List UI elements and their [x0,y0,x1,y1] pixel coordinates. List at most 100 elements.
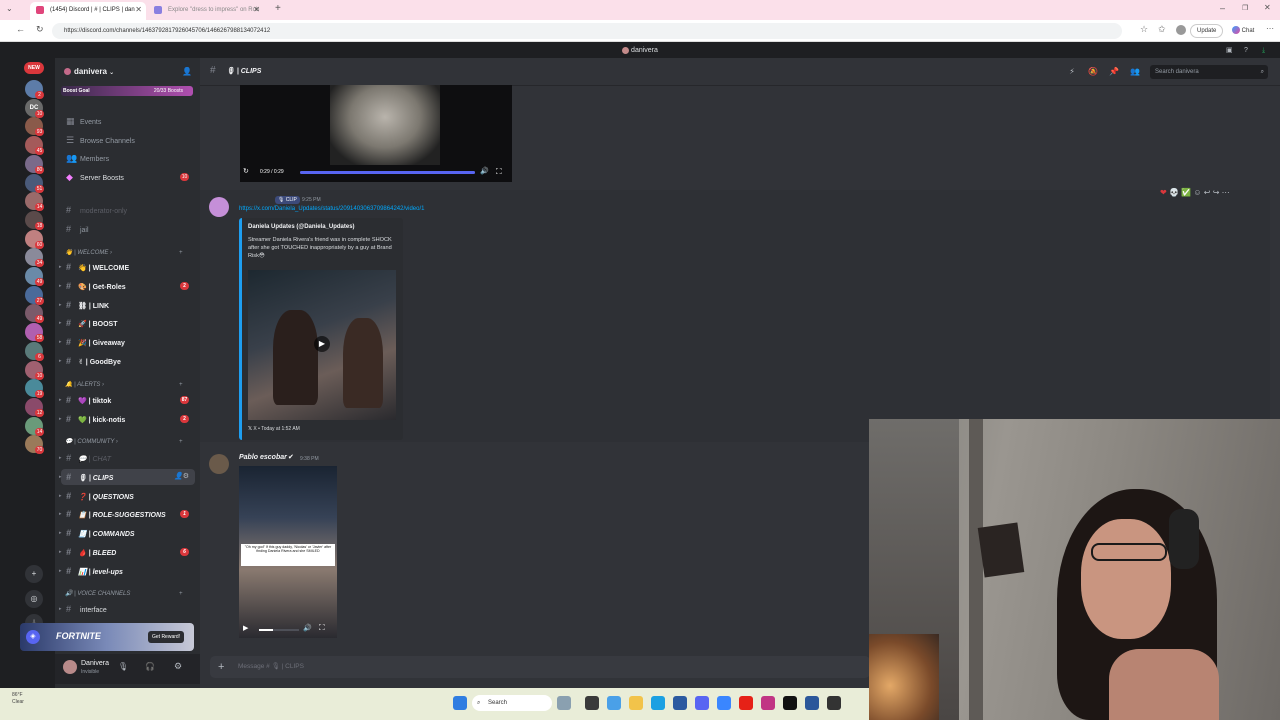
reload-icon[interactable]: ↻ [36,24,44,35]
channel-questions[interactable]: ▸ # ❓ | QUESTIONS [59,488,195,504]
channel-chat[interactable]: ▸ # 💬 | CHAT [59,450,195,466]
channel-bleed[interactable]: ▸ # 🩸 | BLEED 6 [59,544,195,560]
boost-goal-bar[interactable]: Boost Goal 20/33 Boosts [61,86,193,96]
taskbar-search[interactable]: ⌕ Search [472,695,552,711]
sidebar-item-events[interactable]: ▦ Events [61,113,195,129]
category-welcome[interactable]: 👋 | WELCOME › + [61,248,183,258]
microphone-icon[interactable]: 🎙 [118,662,128,671]
video-progress-track[interactable] [300,171,475,174]
edge-icon[interactable] [607,696,621,710]
add-channel-icon[interactable]: + [179,248,183,258]
channel-link[interactable]: ▸ # ⛓ | LINK [59,297,195,313]
update-button[interactable]: Update [1190,24,1224,38]
close-window-icon[interactable]: ✕ [1264,3,1271,12]
maximize-icon[interactable]: ❐ [1242,4,1248,12]
volume-icon[interactable]: 🔊 [480,167,489,175]
message-input[interactable]: + Message # 🎙 | CLIPS [210,656,870,678]
task-view-icon[interactable] [585,696,599,710]
url-field[interactable]: https://discord.com/channels/14637928179… [52,23,1122,39]
skull-reaction-icon[interactable]: 💀 [1169,188,1179,197]
search-input[interactable]: Search danivera ⌕ [1150,65,1268,79]
help-icon[interactable]: ? [1244,43,1248,58]
embed-author[interactable]: Daniela Updates (@Daniela_Updates) [248,224,355,230]
channel-tiktok[interactable]: ▸ # 💜 | tiktok 87 [59,392,195,408]
notification-bell-icon[interactable]: 🔕 [1087,66,1099,78]
more-options-icon[interactable]: ⋯ [1222,188,1230,197]
avatar[interactable] [209,197,229,217]
play-icon[interactable]: ▶ [314,336,330,352]
video-progress-track[interactable] [259,629,299,631]
add-server-icon[interactable]: + [25,565,43,583]
fortnite-promo-banner[interactable]: ◈ FORTNITE Get Reward! [20,623,194,651]
download-icon[interactable]: ⤓ [1262,43,1265,58]
profile-avatar-icon[interactable] [1176,25,1186,35]
voice-channel-interface[interactable]: ▸ # interface [59,601,195,617]
windows-start-icon[interactable] [453,696,467,710]
channel-goodbye[interactable]: ▸ # ✌ | GoodBye [59,353,195,369]
more-menu-icon[interactable]: ⋯ [1266,24,1274,33]
channel-moderator-only[interactable]: # moderator-only [61,202,195,218]
message-2[interactable]: Pablo escobar ✔ 9:38 PM "Oh my god" If t… [200,450,870,650]
fullscreen-icon[interactable]: ⛶ [319,623,325,633]
bookmark-star-icon[interactable]: ☆ [1140,24,1148,35]
video-player-1[interactable]: ↻ 0:29 / 0:29 🔊 ⛶ [240,85,512,182]
channel-clips[interactable]: ▸ # 🎙 | CLIPS 👤⚙ [59,468,195,485]
sidebar-item-members[interactable]: 👥 Members [61,150,195,166]
widgets-icon[interactable] [557,696,571,710]
browser-active-icon[interactable] [651,696,665,710]
category-community[interactable]: 💬 | COMMUNITY › + [61,437,183,447]
channel-level-ups[interactable]: ▸ # 📊 | level-ups [59,563,195,579]
inbox-icon[interactable]: ▣ [1226,43,1233,58]
server-name-header[interactable]: danivera ⌄ 👤 [55,58,200,86]
channel-giveaway[interactable]: ▸ # 🎉 | Giveaway [59,334,195,350]
sidebar-item-server-boosts[interactable]: ◆ Server Boosts 10 [61,169,195,185]
file-explorer-icon[interactable] [629,696,643,710]
app-icon[interactable] [717,696,731,710]
word-icon[interactable] [805,696,819,710]
pin-icon[interactable]: 📌 [1108,66,1120,78]
channel-jail[interactable]: # jail [61,221,195,237]
reply-icon[interactable]: ↩ [1204,188,1211,197]
threads-icon[interactable]: ⚡ [1066,66,1078,78]
store-icon[interactable] [673,696,687,710]
add-channel-icon[interactable]: + [179,437,183,447]
category-voice-channels[interactable]: 🔊 | VOICE CHANNELS + [61,589,183,599]
weather-widget[interactable]: 86°F Clear [12,692,34,716]
discover-icon[interactable]: ◎ [25,590,43,608]
avatar[interactable] [209,454,229,474]
channel-kick-notis[interactable]: ▸ # 💚 | kick-notis 2 [59,411,195,427]
favorites-icon[interactable]: ✩ [1158,24,1166,35]
new-badge[interactable]: NEW [24,62,44,74]
headphones-icon[interactable]: 🎧 [145,662,155,671]
invite-people-icon[interactable]: 👤 [182,58,192,86]
add-channel-icon[interactable]: + [179,589,183,599]
forward-icon[interactable]: ↪ [1213,188,1220,197]
close-tab-icon[interactable]: ✕ [253,2,260,18]
minimize-icon[interactable]: – [1220,3,1225,13]
add-reaction-icon[interactable]: ☺ [1193,188,1201,197]
member-list-icon[interactable]: 👥 [1129,66,1141,78]
sidebar-item-browse-channels[interactable]: ☰ Browse Channels [61,132,195,148]
youtube-icon[interactable] [739,696,753,710]
channel-settings-icon[interactable]: 👤⚙ [174,469,189,485]
play-icon[interactable]: ▶ [243,624,248,632]
channel-get-roles[interactable]: ▸ # 🎨 | Get-Roles 2 [59,278,195,294]
volume-icon[interactable]: 🔊 [303,624,312,632]
embed-video-thumbnail[interactable]: ▶ [248,270,396,420]
category-alerts[interactable]: 🔔 | ALERTS › + [61,380,183,390]
add-channel-icon[interactable]: + [179,380,183,390]
new-tab-icon[interactable]: + [275,3,281,14]
tiktok-icon[interactable] [783,696,797,710]
app-icon[interactable] [827,696,841,710]
back-icon[interactable]: ← [16,24,25,34]
message-link[interactable]: https://x.com/Daniela_Updates/status/209… [239,206,424,212]
channel-role-suggestions[interactable]: ▸ # 📋 | ROLE-SUGGESTIONS 1 [59,506,195,522]
message-1[interactable]: 🎙 CLIP 9:25 PM https://x.com/Daniela_Upd… [200,188,1270,442]
gear-icon[interactable]: ⚙ [174,661,182,672]
message-author[interactable]: Pablo escobar [239,454,287,461]
channel-commands[interactable]: ▸ # 🧾 | COMMANDS [59,525,195,541]
replay-icon[interactable]: ↻ [243,167,249,175]
browser-tab-roblox[interactable]: Explore "dress to impress" on Rob ✕ [148,2,264,20]
check-reaction-icon[interactable]: ✅ [1181,188,1191,197]
fullscreen-icon[interactable]: ⛶ [496,167,502,177]
